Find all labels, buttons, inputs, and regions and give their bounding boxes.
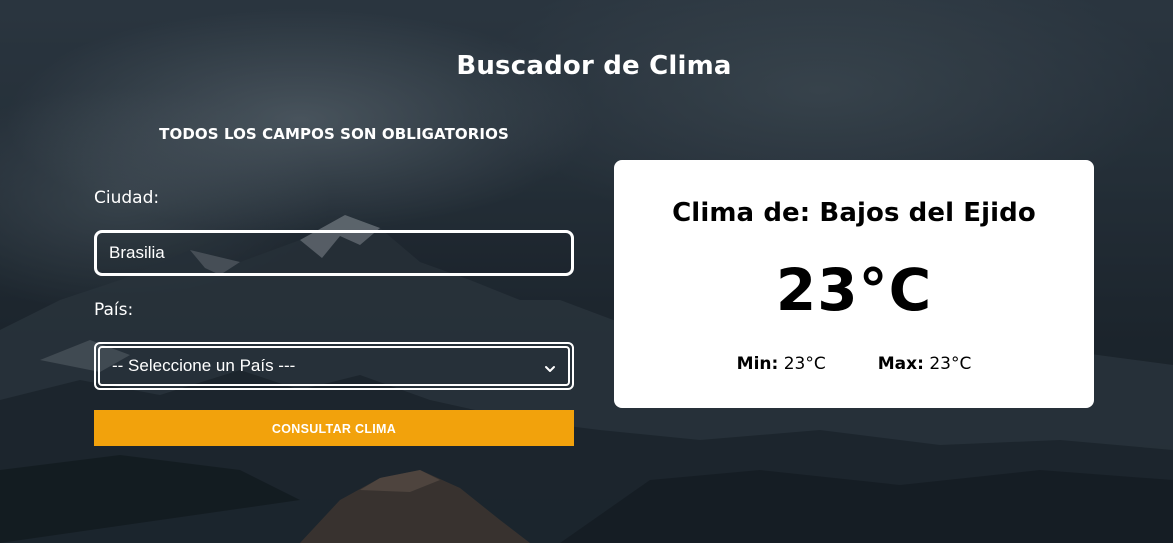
- country-select[interactable]: -- Seleccione un País ---: [98, 346, 570, 386]
- weather-search-form: TODOS LOS CAMPOS SON OBLIGATORIOS Ciudad…: [94, 120, 574, 446]
- min-max-row: Min: 23°C Max: 23°C: [614, 354, 1094, 374]
- max-label: Max:: [877, 354, 924, 374]
- min-temperature: Min: 23°C: [737, 354, 826, 374]
- city-label: Ciudad:: [94, 188, 160, 208]
- current-temperature: 23°C: [775, 256, 933, 324]
- weather-result-card: Clima de: Bajos del Ejido 23°C Min: 23°C…: [614, 160, 1094, 408]
- country-select-focus-ring: -- Seleccione un País ---: [94, 342, 574, 390]
- min-label: Min:: [736, 354, 779, 374]
- result-title: Clima de: Bajos del Ejido: [672, 198, 1036, 228]
- chevron-down-icon: [544, 360, 556, 372]
- required-fields-note: TODOS LOS CAMPOS SON OBLIGATORIOS: [159, 125, 509, 143]
- max-temperature: Max: 23°C: [878, 354, 972, 374]
- consult-weather-button[interactable]: CONSULTAR CLIMA: [94, 410, 574, 446]
- city-input[interactable]: [94, 230, 574, 276]
- page-title: Buscador de Clima: [456, 51, 732, 82]
- min-value: 23°C: [783, 354, 826, 374]
- max-value: 23°C: [929, 354, 972, 374]
- country-label: País:: [94, 300, 134, 320]
- country-select-value: -- Seleccione un País ---: [112, 356, 296, 375]
